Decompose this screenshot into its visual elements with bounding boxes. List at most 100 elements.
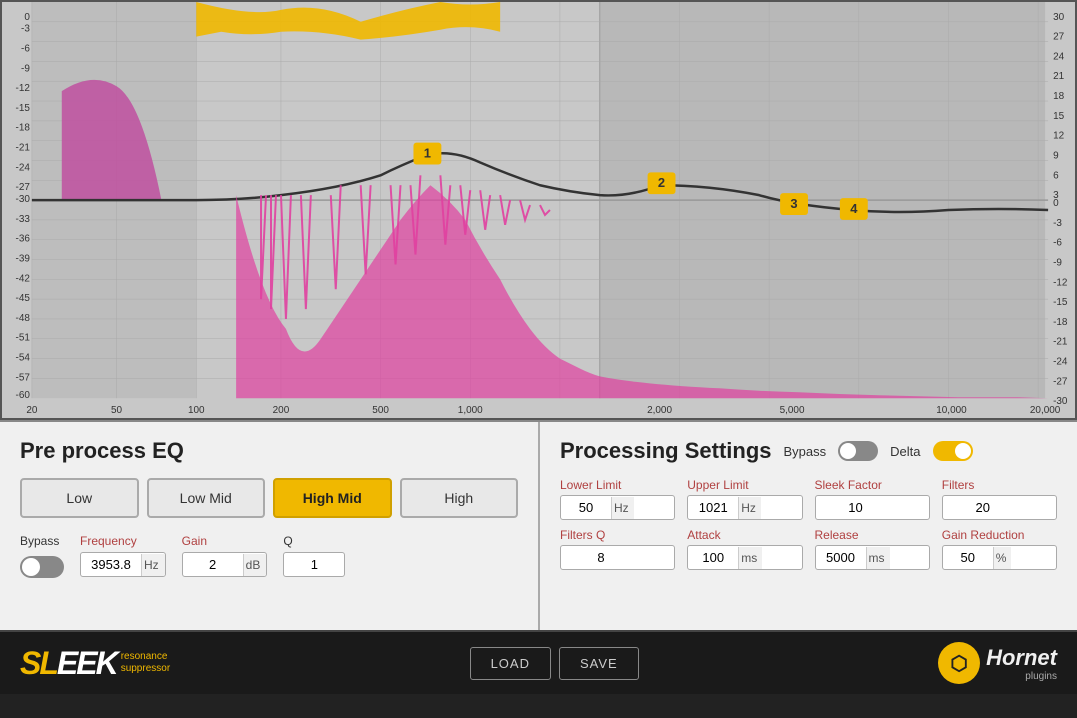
svg-text:200: 200 [273, 405, 290, 416]
upper-limit-param: Upper Limit Hz [687, 478, 802, 520]
ps-delta-label: Delta [890, 444, 920, 459]
hornet-logo-name: Hornet [986, 645, 1057, 670]
gain-unit: dB [243, 554, 267, 576]
processing-settings-section: Processing Settings Bypass Delta Lower L… [540, 422, 1077, 630]
svg-text:30: 30 [1053, 12, 1065, 23]
release-unit: ms [866, 547, 890, 569]
q-input-group [283, 552, 345, 577]
frequency-unit: Hz [141, 554, 165, 576]
band-low-button[interactable]: Low [20, 478, 139, 518]
frequency-input-group: Hz [80, 552, 166, 577]
sleek-factor-input[interactable] [816, 496, 896, 519]
svg-text:-21: -21 [1053, 337, 1068, 348]
svg-text:20: 20 [26, 405, 38, 416]
gain-reduction-input[interactable] [943, 546, 993, 569]
svg-text:-9: -9 [1053, 257, 1062, 268]
svg-text:100: 100 [188, 405, 205, 416]
bypass-label: Bypass [20, 534, 59, 548]
gain-input[interactable] [183, 553, 243, 576]
svg-text:-24: -24 [1053, 357, 1068, 368]
lower-limit-param: Lower Limit Hz [560, 478, 675, 520]
svg-text:-36: -36 [16, 234, 31, 245]
svg-text:18: 18 [1053, 91, 1065, 102]
svg-text:1: 1 [424, 146, 431, 161]
upper-limit-unit: Hz [738, 497, 761, 519]
svg-text:0: 0 [24, 12, 30, 23]
svg-text:20,000: 20,000 [1030, 405, 1061, 416]
svg-text:-18: -18 [16, 123, 31, 134]
q-input[interactable] [284, 553, 344, 576]
ps-title: Processing Settings [560, 438, 772, 464]
pre-process-eq-title: Pre process EQ [20, 438, 518, 464]
band-high-button[interactable]: High [400, 478, 519, 518]
svg-text:-39: -39 [16, 254, 31, 265]
frequency-input[interactable] [81, 553, 141, 576]
sleek-factor-input-row [815, 495, 930, 520]
svg-text:-24: -24 [16, 162, 31, 173]
svg-text:-15: -15 [16, 103, 31, 114]
hornet-logo-area: ⬡ Hornet plugins [938, 642, 1057, 684]
svg-text:-45: -45 [16, 293, 31, 304]
band-high-mid-button[interactable]: High Mid [273, 478, 392, 518]
filters-q-input-row [560, 545, 675, 570]
svg-text:-21: -21 [16, 143, 31, 154]
svg-text:6: 6 [1053, 170, 1059, 181]
attack-input-row: ms [687, 545, 802, 570]
filters-q-input[interactable] [561, 546, 641, 569]
eq-params-row: Bypass Frequency Hz Gain dB [20, 534, 518, 578]
attack-input[interactable] [688, 546, 738, 569]
ps-delta-toggle[interactable] [933, 441, 973, 461]
svg-text:10,000: 10,000 [936, 405, 967, 416]
svg-text:4: 4 [850, 201, 858, 216]
filters-q-param: Filters Q [560, 528, 675, 570]
footer: SLEEK resonance suppressor LOAD SAVE ⬡ H… [0, 630, 1077, 694]
filters-param: Filters [942, 478, 1057, 520]
bypass-toggle[interactable] [20, 556, 64, 578]
ps-bypass-toggle-knob [840, 443, 856, 459]
load-button[interactable]: LOAD [470, 647, 551, 680]
upper-limit-input[interactable] [688, 496, 738, 519]
ps-bypass-label: Bypass [784, 444, 827, 459]
gain-reduction-unit: % [993, 547, 1012, 569]
save-button[interactable]: SAVE [559, 647, 639, 680]
hornet-plugins-text: plugins [986, 671, 1057, 682]
filters-q-label: Filters Q [560, 528, 675, 542]
svg-text:1,000: 1,000 [458, 405, 483, 416]
svg-text:2: 2 [658, 175, 665, 190]
sleek-logo-subtitle: resonance suppressor [121, 651, 170, 675]
upper-limit-input-row: Hz [687, 495, 802, 520]
band-low-mid-button[interactable]: Low Mid [147, 478, 266, 518]
svg-text:-6: -6 [1053, 238, 1062, 249]
svg-text:-51: -51 [16, 333, 31, 344]
ps-header: Processing Settings Bypass Delta [560, 438, 1057, 464]
upper-limit-label: Upper Limit [687, 478, 802, 492]
eq-display[interactable]: 1 2 3 4 0 -3 -6 -9 -12 -15 -18 -21 -24 -… [0, 0, 1077, 420]
lower-limit-label: Lower Limit [560, 478, 675, 492]
filters-label: Filters [942, 478, 1057, 492]
sleek-logo-area: SLEEK resonance suppressor [20, 645, 170, 682]
svg-text:-3: -3 [1053, 218, 1062, 229]
frequency-label: Frequency [80, 534, 137, 548]
ps-bypass-toggle[interactable] [838, 441, 878, 461]
filters-input[interactable] [943, 496, 1023, 519]
svg-text:-18: -18 [1053, 317, 1068, 328]
gain-reduction-param: Gain Reduction % [942, 528, 1057, 570]
attack-param: Attack ms [687, 528, 802, 570]
svg-text:24: 24 [1053, 51, 1065, 62]
svg-text:-27: -27 [16, 182, 31, 193]
svg-text:-30: -30 [16, 194, 31, 205]
svg-text:2,000: 2,000 [647, 405, 672, 416]
release-input[interactable] [816, 546, 866, 569]
lower-limit-input[interactable] [561, 496, 611, 519]
lower-limit-unit: Hz [611, 497, 634, 519]
svg-text:0: 0 [1053, 198, 1059, 209]
q-label: Q [283, 534, 292, 548]
band-buttons: Low Low Mid High Mid High [20, 478, 518, 518]
svg-text:-3: -3 [21, 24, 30, 35]
svg-text:-57: -57 [16, 372, 31, 383]
release-param: Release ms [815, 528, 930, 570]
svg-text:-15: -15 [1053, 297, 1068, 308]
gain-reduction-label: Gain Reduction [942, 528, 1057, 542]
svg-text:-48: -48 [16, 313, 31, 324]
svg-text:500: 500 [372, 405, 389, 416]
